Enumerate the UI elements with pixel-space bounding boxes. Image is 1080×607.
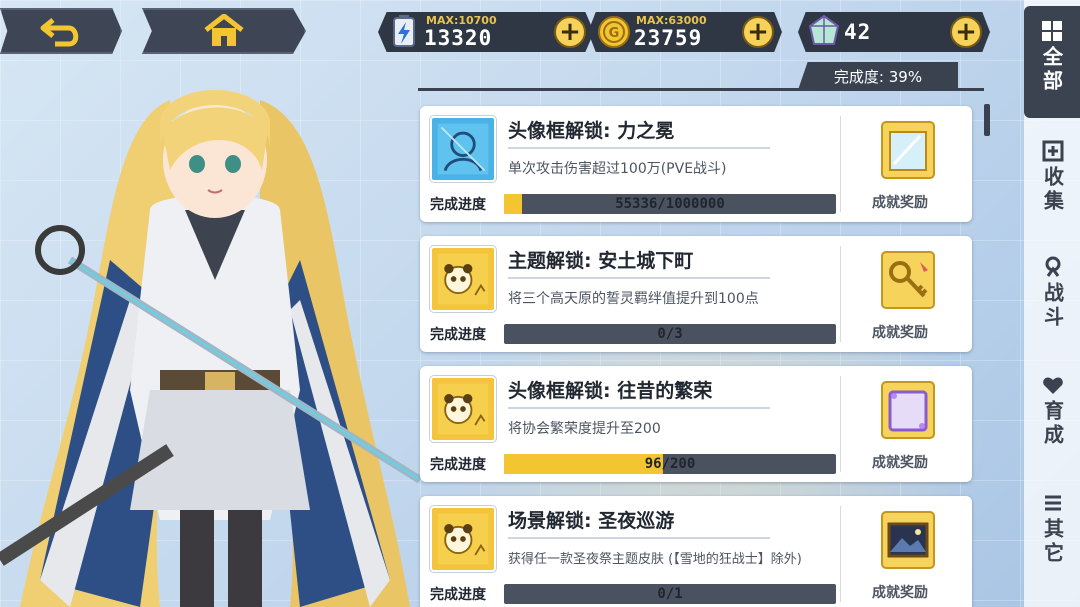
progress-text: 96/200 [644, 456, 696, 472]
menu-lines-icon [1045, 495, 1061, 511]
heart-icon [1043, 377, 1063, 394]
energy-add-button[interactable]: + [554, 16, 586, 48]
tab-training[interactable]: 育成 [1028, 374, 1078, 474]
category-sidebar: 全部 收集 战斗 育成 其它 [1024, 0, 1080, 607]
reward-label: 成就奖励 [872, 455, 928, 471]
progress-label: 完成进度 [430, 587, 486, 603]
card-divider [840, 116, 841, 212]
gold-resource: G MAX:63000 23759 + [588, 12, 782, 52]
tab-other[interactable]: 其它 [1028, 492, 1078, 592]
progress-bar: 96/200 [504, 454, 836, 474]
achievement-description: 单次攻击伤害超过100万(PVE战斗) [508, 161, 727, 177]
tab-battle[interactable]: 战斗 [1028, 256, 1078, 356]
achievement-description: 将协会繁荣度提升至200 [508, 421, 661, 437]
achievement-title: 头像框解锁: 力之冕 [508, 116, 770, 149]
tab-label: 其它 [1040, 518, 1065, 566]
home-icon [204, 14, 244, 46]
crystal-gem-icon [808, 14, 840, 45]
progress-text: 0/1 [657, 586, 683, 602]
achievement-card[interactable]: 主题解锁: 安土城下町 将三个高天原的誓灵羁绊值提升到100点 完成进度 0/3… [420, 236, 972, 352]
key-icon[interactable] [880, 248, 936, 310]
completion-rate: 完成度: 39% [798, 62, 958, 90]
achievement-card[interactable]: 场景解锁: 圣夜巡游 获得任一款圣夜祭主题皮肤 (【雪地的狂战士】除外) 完成进… [420, 496, 972, 607]
completion-underline [418, 88, 984, 91]
achievement-title: 场景解锁: 圣夜巡游 [508, 506, 770, 539]
avatar-portrait-icon [430, 116, 496, 182]
reward-label: 成就奖励 [872, 585, 928, 601]
back-button[interactable] [0, 8, 122, 54]
progress-bar: 55336/1000000 [504, 194, 836, 214]
achievement-description: 将三个高天原的誓灵羁绊值提升到100点 [508, 291, 759, 307]
crystal-add-button[interactable]: + [950, 16, 982, 48]
list-scrollbar[interactable] [984, 104, 990, 136]
svg-text:G: G [609, 26, 620, 41]
card-divider [840, 246, 841, 342]
home-button[interactable] [142, 8, 306, 54]
collection-icon [1042, 140, 1064, 162]
achievement-card[interactable]: 头像框解锁: 往昔的繁荣 将协会繁荣度提升至200 完成进度 96/200 成就… [420, 366, 972, 482]
tab-collection[interactable]: 收集 [1028, 140, 1078, 240]
achievement-description: 获得任一款圣夜祭主题皮肤 (【雪地的狂战士】除外) [508, 552, 802, 567]
progress-label: 完成进度 [430, 197, 486, 213]
gold-value: 23759 [634, 26, 703, 50]
achievement-card[interactable]: 头像框解锁: 力之冕 单次攻击伤害超过100万(PVE战斗) 完成进度 5533… [420, 106, 972, 222]
panda-badge-icon [430, 376, 496, 442]
gold-coin-icon: G [598, 16, 630, 48]
energy-resource: MAX:10700 13320 + [378, 12, 594, 52]
progress-text: 0/3 [657, 326, 683, 342]
gold-add-button[interactable]: + [742, 16, 774, 48]
return-arrow-icon [40, 18, 79, 47]
reward-label: 成就奖励 [872, 325, 928, 341]
progress-label: 完成进度 [430, 457, 486, 473]
achievement-title: 头像框解锁: 往昔的繁荣 [508, 376, 770, 409]
tab-label: 全部 [1039, 46, 1064, 94]
achievement-title: 主题解锁: 安土城下町 [508, 246, 770, 279]
character-illustration [0, 90, 423, 607]
tab-label: 收集 [1040, 166, 1065, 214]
grid-icon [1042, 21, 1062, 41]
card-divider [840, 376, 841, 472]
energy-battery-icon [393, 15, 415, 47]
tab-all[interactable]: 全部 [1024, 6, 1080, 118]
energy-value: 13320 [424, 26, 493, 50]
card-divider [840, 506, 841, 602]
scene-picture-icon[interactable] [880, 508, 936, 570]
tab-label: 战斗 [1040, 282, 1065, 330]
crystal-value: 42 [844, 20, 872, 44]
crystal-resource: 42 + [798, 12, 990, 52]
battle-icon [1045, 256, 1061, 277]
reward-label: 成就奖励 [872, 195, 928, 211]
progress-text: 55336/1000000 [615, 196, 725, 212]
mirror-frame-icon[interactable] [880, 118, 936, 180]
progress-bar: 0/3 [504, 324, 836, 344]
progress-label: 完成进度 [430, 327, 486, 343]
tab-label: 育成 [1040, 400, 1065, 448]
panda-badge-icon [430, 506, 496, 572]
progress-bar: 0/1 [504, 584, 836, 604]
purple-frame-icon[interactable] [880, 378, 936, 440]
panda-badge-icon [430, 246, 496, 312]
